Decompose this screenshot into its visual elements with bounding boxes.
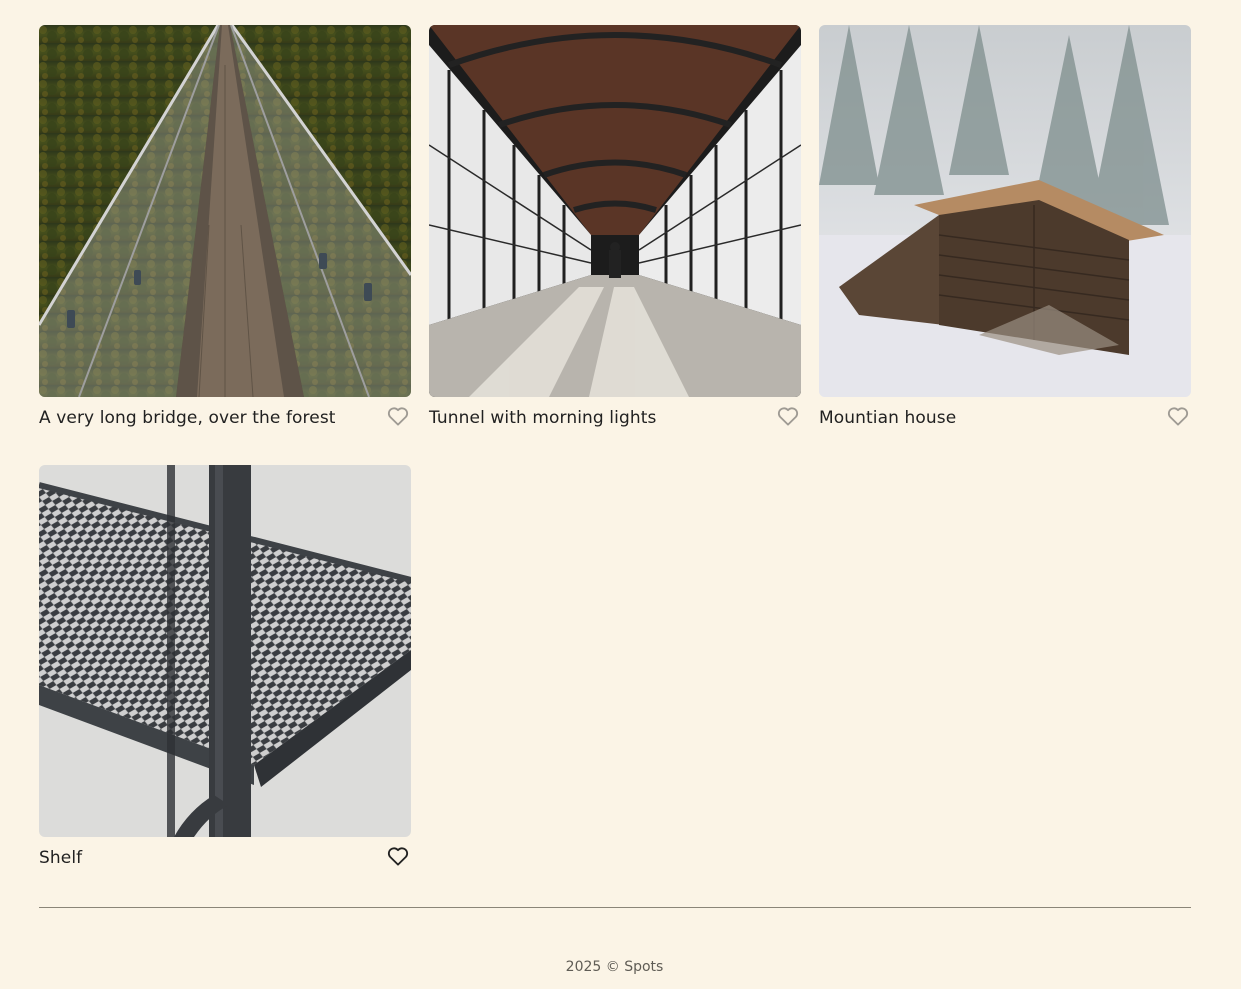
card-title: A very long bridge, over the forest <box>39 408 336 428</box>
card-title: Tunnel with morning lights <box>429 408 657 428</box>
like-button[interactable] <box>1165 403 1191 429</box>
card-image-shelf[interactable] <box>39 465 411 837</box>
like-button[interactable] <box>775 403 801 429</box>
card-shelf: Shelf <box>39 465 411 879</box>
card-title: Shelf <box>39 848 83 868</box>
card-footer: Mountian house <box>819 397 1191 439</box>
card-bridge: A very long bridge, over the forest <box>39 25 411 439</box>
card-image-bridge[interactable] <box>39 25 411 397</box>
card-image-mountain-house[interactable] <box>819 25 1191 397</box>
shelf-image <box>39 465 411 837</box>
bridge-image <box>39 25 411 397</box>
card-footer: A very long bridge, over the forest <box>39 397 411 439</box>
card-title: Mountian house <box>819 408 957 428</box>
heart-icon <box>777 407 799 426</box>
card-footer: Shelf <box>39 837 411 879</box>
like-button[interactable] <box>385 843 411 869</box>
card-tunnel: Tunnel with morning lights <box>429 25 801 439</box>
heart-icon <box>387 847 409 866</box>
footer-divider <box>39 907 1191 908</box>
card-image-tunnel[interactable] <box>429 25 801 397</box>
mountain-house-image <box>819 25 1191 397</box>
cards-grid: A very long bridge, over the forest Tunn… <box>39 25 1191 879</box>
heart-icon <box>387 407 409 426</box>
card-footer: Tunnel with morning lights <box>429 397 801 439</box>
like-button[interactable] <box>385 403 411 429</box>
heart-icon <box>1167 407 1189 426</box>
tunnel-image <box>429 25 801 397</box>
card-mountain-house: Mountian house <box>819 25 1191 439</box>
footer-copyright: 2025 © Spots <box>565 959 664 975</box>
